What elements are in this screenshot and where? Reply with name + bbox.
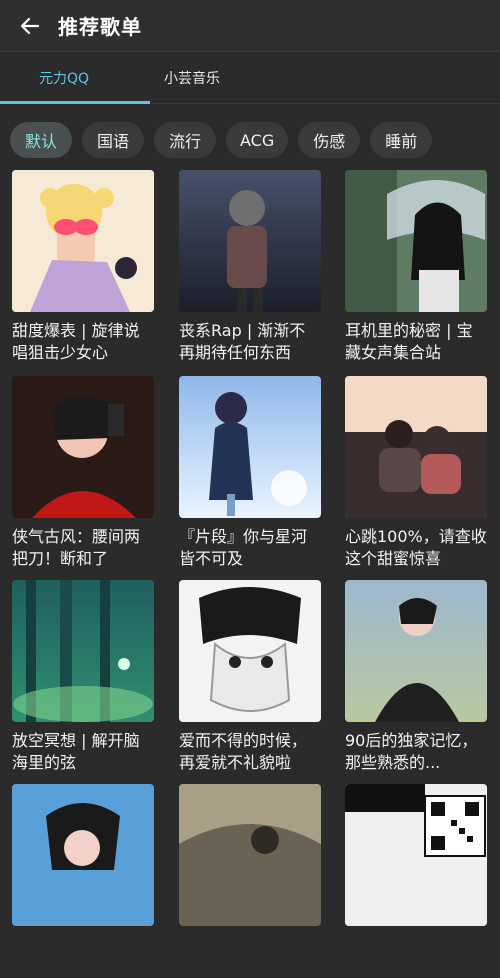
- chip-bedtime[interactable]: 睡前: [370, 122, 433, 158]
- playlist-card[interactable]: [345, 784, 487, 978]
- playlist-card[interactable]: 爱而不得的时候，再爱就不礼貌啦: [179, 580, 321, 774]
- playlist-cover: [179, 784, 321, 926]
- playlist-title: 心跳100%，请查收这个甜蜜惊喜: [345, 527, 487, 568]
- playlist-cover: [345, 170, 487, 312]
- playlist-card[interactable]: 丧系Rap | 渐渐不再期待任何东西: [179, 170, 321, 364]
- playlist-card[interactable]: 心跳100%，请查收这个甜蜜惊喜: [345, 376, 487, 570]
- playlist-card[interactable]: 『片段』你与星河皆不可及: [179, 376, 321, 570]
- playlist-card[interactable]: [12, 784, 154, 978]
- source-tabs: 元力QQ 小芸音乐: [0, 52, 500, 104]
- playlist-title: 90后的独家记忆，那些熟悉的...: [345, 731, 478, 772]
- active-tab-indicator: [0, 101, 150, 104]
- playlist-title: 『片段』你与星河皆不可及: [179, 527, 308, 568]
- playlist-card[interactable]: 放空冥想 | 解开脑海里的弦: [12, 580, 154, 774]
- playlist-cover: [12, 170, 154, 312]
- playlist-title: 耳机里的秘密 | 宝藏女声集合站: [345, 321, 473, 362]
- back-button[interactable]: [16, 12, 44, 40]
- playlist-cover: [345, 376, 487, 518]
- chip-acg[interactable]: ACG: [226, 122, 289, 158]
- playlist-title: 丧系Rap | 渐渐不再期待任何东西: [179, 321, 306, 362]
- playlist-cover: [12, 376, 154, 518]
- playlist-title: 放空冥想 | 解开脑海里的弦: [12, 731, 140, 772]
- playlist-cover: [179, 170, 321, 312]
- playlist-card[interactable]: 侠气古风：腰间两把刀！断和了: [12, 376, 154, 570]
- chip-sad[interactable]: 伤感: [298, 122, 361, 158]
- app-header: 推荐歌单: [0, 0, 500, 52]
- playlist-title: [345, 934, 487, 978]
- playlist-title: [12, 934, 154, 978]
- category-chips: 默认 国语 流行 ACG 伤感 睡前: [0, 104, 500, 172]
- playlist-cover: [345, 580, 487, 722]
- playlist-title: 侠气古风：腰间两把刀！断和了: [12, 527, 141, 568]
- playlist-card[interactable]: 90后的独家记忆，那些熟悉的...: [345, 580, 487, 774]
- playlist-card[interactable]: [179, 784, 321, 978]
- chip-mandarin[interactable]: 国语: [82, 122, 144, 158]
- page-title: 推荐歌单: [58, 15, 142, 39]
- chip-pop[interactable]: 流行: [154, 122, 216, 158]
- tab-xiaoyun-music[interactable]: 小芸音乐: [128, 68, 256, 88]
- playlist-cover: [12, 580, 154, 722]
- playlist-card[interactable]: 耳机里的秘密 | 宝藏女声集合站: [345, 170, 487, 364]
- playlist-title: 爱而不得的时候，再爱就不礼貌啦: [179, 731, 308, 772]
- arrow-left-icon: [20, 17, 40, 34]
- playlist-card[interactable]: 甜度爆表 | 旋律说唱狙击少女心: [12, 170, 154, 364]
- playlist-cover: [345, 784, 487, 926]
- playlist-title: 甜度爆表 | 旋律说唱狙击少女心: [12, 321, 140, 362]
- playlist-cover: [12, 784, 154, 926]
- chip-default[interactable]: 默认: [10, 122, 72, 158]
- playlist-cover: [179, 376, 321, 518]
- playlist-cover: [179, 580, 321, 722]
- tab-yuanli-qq[interactable]: 元力QQ: [0, 68, 128, 88]
- playlist-title: [179, 934, 321, 978]
